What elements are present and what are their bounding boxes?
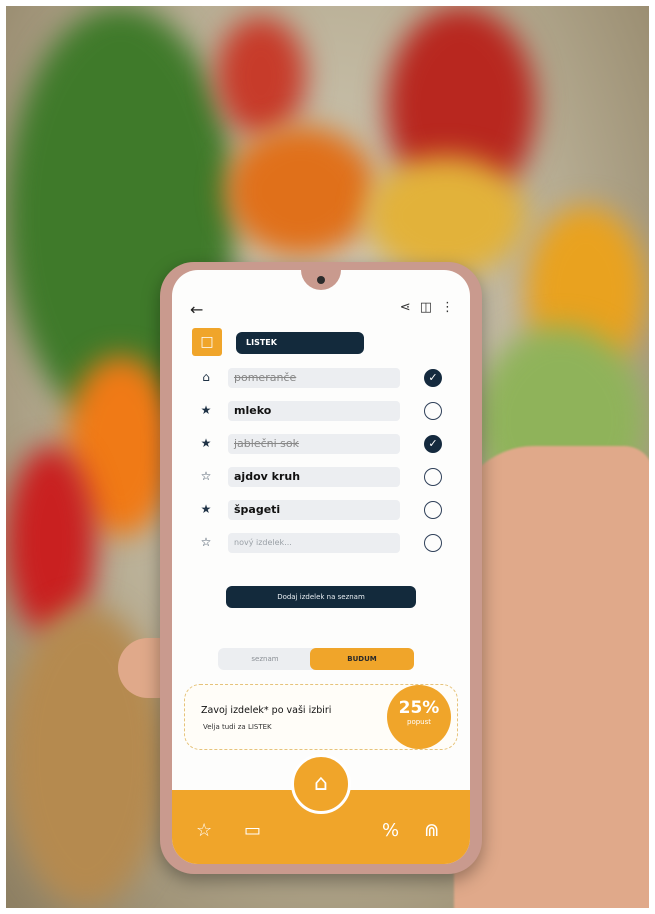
home-icon[interactable]: ⌂	[291, 754, 351, 814]
star-icon: ★	[200, 436, 212, 450]
check-icon[interactable]: ✓	[424, 369, 442, 387]
promo-subtitle: Velja tudi za LISTEK	[203, 723, 272, 731]
checkbox[interactable]	[424, 468, 442, 486]
home-icon: ⌂	[202, 370, 210, 384]
hand	[454, 446, 649, 908]
view-toggle[interactable]: seznam BUDUM	[218, 648, 414, 670]
share-icon[interactable]: ⋖	[400, 300, 411, 315]
discount-percent: 25%	[398, 698, 440, 718]
checkbox[interactable]	[424, 402, 442, 420]
list-item[interactable]: ☆ ajdov kruh	[198, 467, 448, 489]
pepper-blur	[216, 16, 306, 136]
arrow-left-icon[interactable]: ←	[190, 300, 203, 319]
star-icon: ★	[200, 502, 212, 516]
checkbox[interactable]	[424, 501, 442, 519]
camera-notch	[301, 270, 341, 290]
phone: ← ⋖ ◫ ⋮ □ LISTEK ⌂ pomeranče ✓ ★ mleko ★…	[160, 262, 482, 874]
toggle-option-right[interactable]: BUDUM	[310, 648, 414, 670]
list-item[interactable]: ⌂ pomeranče ✓	[198, 368, 448, 390]
item-text[interactable]: jablečni sok	[228, 434, 400, 454]
promo-title: Zavoj izdelek* po vaši izbiri	[201, 705, 332, 716]
star-outline-icon[interactable]: ☆	[196, 820, 212, 841]
folder-icon[interactable]: ▭	[244, 820, 261, 841]
app-screen: ← ⋖ ◫ ⋮ □ LISTEK ⌂ pomeranče ✓ ★ mleko ★…	[172, 270, 470, 864]
discount-label: popust	[407, 718, 431, 726]
star-icon: ★	[200, 403, 212, 417]
check-icon[interactable]: ✓	[424, 435, 442, 453]
percent-icon[interactable]: %	[382, 820, 399, 841]
folder-icon[interactable]: ◫	[420, 300, 432, 315]
star-outline-icon: ☆	[200, 535, 212, 549]
item-text[interactable]: špageti	[228, 500, 400, 520]
orange-blur	[226, 126, 376, 256]
checkbox[interactable]	[424, 534, 442, 552]
discount-badge: 25% popust	[387, 685, 451, 749]
more-vertical-icon[interactable]: ⋮	[441, 300, 454, 315]
promo-card[interactable]: Zavoj izdelek* po vaši izbiri Velja tudi…	[184, 684, 458, 750]
item-text[interactable]: ajdov kruh	[228, 467, 400, 487]
bag-icon[interactable]: □	[192, 328, 222, 356]
item-text[interactable]: mleko	[228, 401, 400, 421]
banana-blur	[366, 156, 526, 276]
list-item[interactable]: ★ špageti	[198, 500, 448, 522]
toggle-option-left[interactable]: seznam	[218, 648, 312, 670]
star-outline-icon: ☆	[200, 469, 212, 483]
list-item[interactable]: ★ jablečni sok ✓	[198, 434, 448, 456]
list-name[interactable]: LISTEK	[236, 332, 364, 354]
list-item[interactable]: ★ mleko	[198, 401, 448, 423]
item-text[interactable]: pomeranče	[228, 368, 400, 388]
top-bar: ← ⋖ ◫ ⋮	[186, 300, 456, 320]
cart-icon[interactable]: ⋒	[424, 820, 439, 841]
list-item-new[interactable]: ☆ nový izdelek...	[198, 533, 448, 555]
new-item-input[interactable]: nový izdelek...	[228, 533, 400, 553]
add-item-button[interactable]: Dodaj izdelek na seznam	[226, 586, 416, 608]
